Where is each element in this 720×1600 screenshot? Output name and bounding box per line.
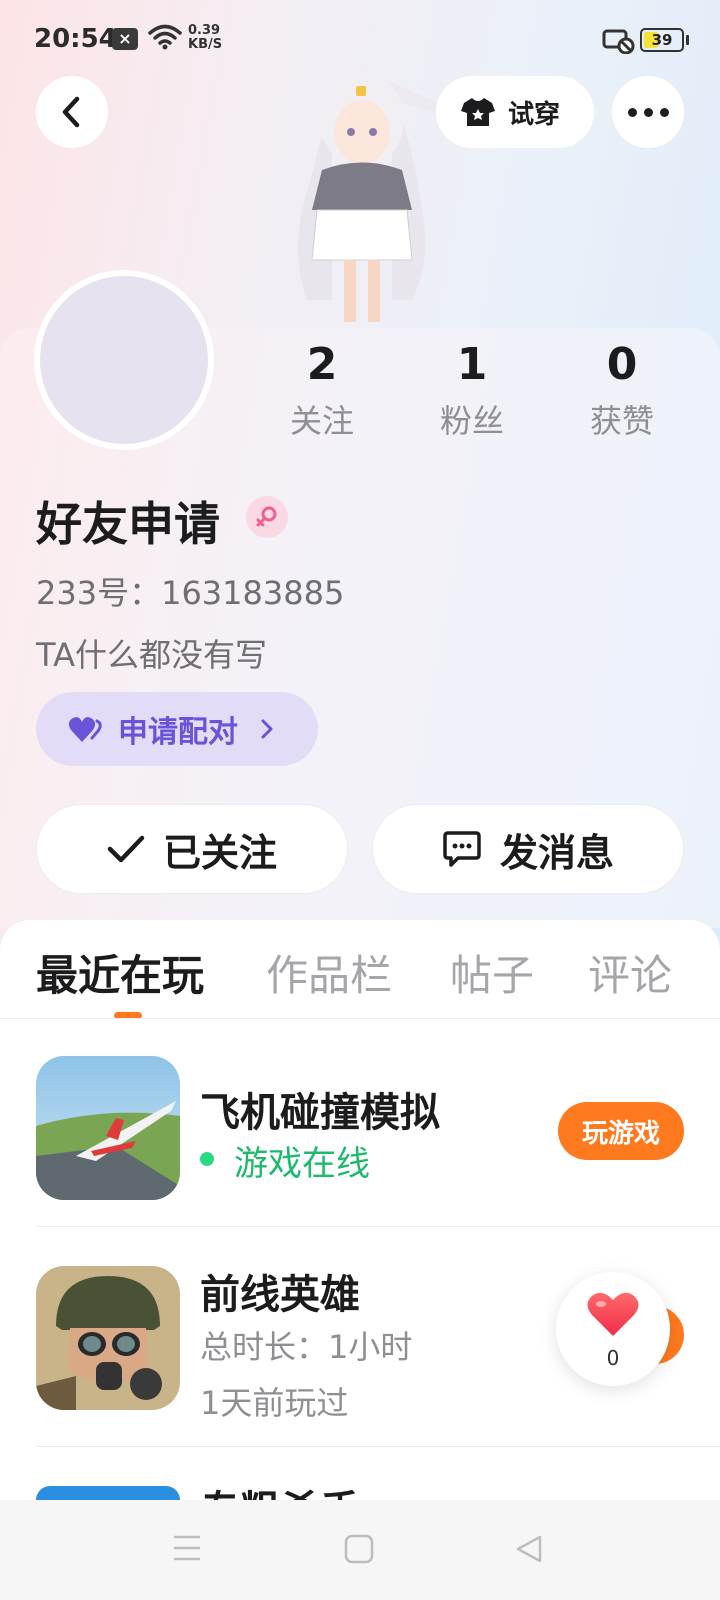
wifi-icon — [148, 24, 182, 50]
game-title[interactable]: 飞机碰撞模拟 — [200, 1080, 440, 1138]
heart-icon — [68, 717, 102, 742]
stat-fans-count: 1 — [456, 339, 488, 390]
game-icon-third[interactable] — [36, 1486, 180, 1500]
alarm-off-icon — [602, 29, 635, 54]
like-float-button[interactable]: 0 — [556, 1272, 670, 1386]
try-on-label: 试穿 — [508, 99, 561, 130]
game-last-played: 1天前玩过 — [200, 1384, 349, 1422]
check-icon — [107, 835, 145, 863]
battery-level: 39 — [651, 31, 673, 49]
stat-following[interactable]: 2 关注 — [257, 340, 387, 442]
system-nav-bar — [0, 1500, 720, 1600]
stat-fans-label: 粉丝 — [439, 402, 504, 440]
female-symbol — [256, 506, 277, 527]
net-speed-unit: KB/S — [188, 37, 223, 52]
home-icon[interactable] — [344, 1534, 374, 1564]
tab-comments[interactable]: 评论 — [588, 942, 672, 1003]
back-triangle-icon[interactable] — [514, 1534, 544, 1564]
heart-icon — [587, 1292, 639, 1336]
username: 好友申请 — [36, 497, 220, 551]
stat-following-count: 2 — [306, 339, 338, 390]
avatar-character-figure — [298, 72, 462, 322]
avatar[interactable] — [34, 270, 214, 450]
stat-fans[interactable]: 1 粉丝 — [407, 340, 537, 442]
plane-game-art — [36, 1056, 180, 1200]
bio: TA什么都没有写 — [36, 636, 267, 674]
tab-recently-played[interactable]: 最近在玩 — [36, 942, 204, 1003]
more-icon-dot — [643, 107, 653, 117]
menu-icon[interactable] — [172, 1534, 202, 1562]
online-status-dot — [200, 1152, 214, 1166]
stat-likes[interactable]: 0 获赞 — [557, 340, 687, 442]
stat-likes-label: 获赞 — [589, 402, 654, 440]
tshirt-icon — [461, 98, 495, 126]
tab-works[interactable]: 作品栏 — [266, 942, 392, 1003]
more-icon-dot — [659, 107, 669, 117]
game-online-status: 游戏在线 — [234, 1144, 370, 1184]
row-divider — [36, 1226, 720, 1227]
chat-icon — [443, 831, 481, 867]
stat-following-label: 关注 — [289, 402, 354, 440]
game-icon-plane-crash[interactable] — [36, 1056, 180, 1200]
like-count: 0 — [606, 1346, 620, 1370]
pair-request-label: 申请配对 — [118, 715, 238, 750]
send-message-label: 发消息 — [499, 830, 614, 875]
user-id: 233号：163183885 — [36, 574, 345, 612]
net-speed: 0.39 KB/S — [188, 24, 222, 52]
more-button[interactable] — [612, 76, 684, 148]
battery-cap — [686, 35, 689, 45]
notification-icon: × — [112, 28, 138, 50]
send-message-button[interactable]: 发消息 — [372, 804, 684, 894]
row-divider — [36, 1446, 720, 1447]
stat-likes-count: 0 — [606, 339, 638, 390]
followed-label: 已关注 — [162, 830, 277, 875]
game-icon-front-hero[interactable] — [36, 1266, 180, 1410]
tab-posts[interactable]: 帖子 — [450, 942, 534, 1003]
more-icon — [627, 107, 637, 117]
game-title[interactable]: 专粗杀手 — [200, 1478, 360, 1500]
chevron-right-icon — [261, 719, 273, 739]
try-on-button[interactable]: 试穿 — [436, 76, 594, 148]
play-game-button[interactable]: 玩游戏 — [558, 1102, 684, 1160]
back-button[interactable] — [36, 76, 108, 148]
net-speed-value: 0.39 — [188, 23, 221, 38]
tab-divider — [0, 1018, 720, 1019]
battery-icon: 39 — [640, 28, 684, 52]
soldier-game-art — [36, 1266, 180, 1410]
female-icon — [246, 496, 288, 538]
status-time: 20:54 — [34, 24, 117, 54]
game-title[interactable]: 前线英雄 — [200, 1262, 360, 1320]
pair-request-button[interactable]: 申请配对 — [36, 692, 318, 766]
followed-button[interactable]: 已关注 — [36, 804, 348, 894]
game-total-duration: 总时长：1小时 — [200, 1328, 413, 1366]
back-icon — [62, 96, 80, 128]
